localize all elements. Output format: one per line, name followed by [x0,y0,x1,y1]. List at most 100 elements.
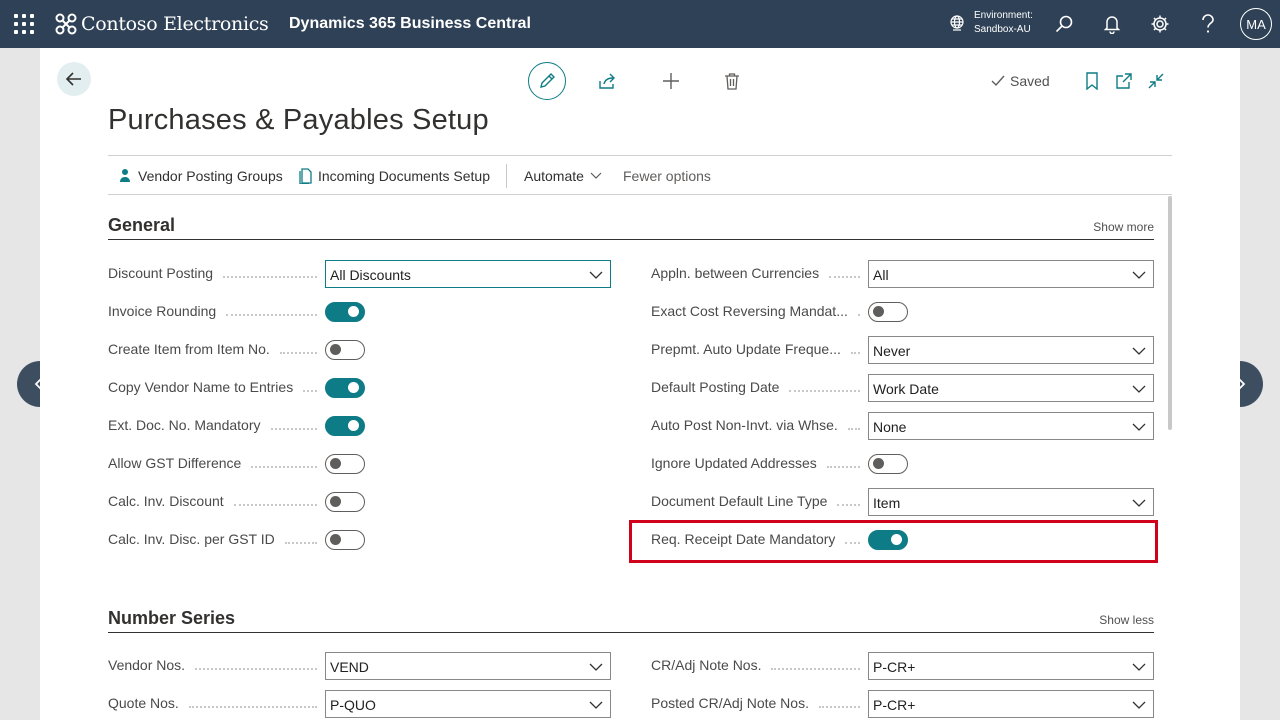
label-leader-dots [848,428,860,430]
ext-doc-no-mandatory-toggle[interactable] [325,416,365,436]
collapse-button[interactable] [1145,70,1167,92]
label-leader-dots [223,276,317,278]
exact-cost-reversing-mandat-toggle[interactable] [868,302,908,322]
quote-nos-select[interactable]: P-QUO [325,690,611,718]
label-leader-dots [303,390,317,392]
cr-adj-note-nos-value: P-CR+ [873,659,916,675]
avatar[interactable]: MA [1240,8,1272,40]
number-series-section-title[interactable]: Number Series [108,608,235,629]
brand-name: Contoso Electronics [81,13,269,35]
app-launcher-icon[interactable] [14,14,34,34]
create-item-from-item-no-toggle[interactable] [325,340,365,360]
appln-between-currencies-label: Appln. between Currencies [651,265,820,281]
chevron-down-icon[interactable] [1132,344,1146,358]
chevron-down-icon[interactable] [1132,698,1146,712]
invoice-rounding-label: Invoice Rounding [108,303,217,319]
edit-button[interactable] [528,62,566,100]
label-leader-dots [234,504,317,506]
gear-icon[interactable] [1148,12,1172,36]
posted-cr-adj-note-nos-value: P-CR+ [873,697,916,713]
page-title: Purchases & Payables Setup [108,104,489,136]
calc-inv-disc-per-gst-id-toggle[interactable] [325,530,365,550]
vendor-posting-groups-action[interactable]: Vendor Posting Groups [118,168,283,184]
open-in-new-window-icon [1116,73,1132,89]
default-posting-date-value: Work Date [873,381,939,397]
new-button[interactable] [660,70,682,92]
back-button[interactable] [57,62,91,96]
top-bar: Contoso Electronics Dynamics 365 Busines… [0,0,1280,48]
ext-doc-no-mandatory-label: Ext. Doc. No. Mandatory [108,417,261,433]
globe-icon [950,15,964,31]
toggle-knob [348,306,359,317]
incoming-documents-setup-label: Incoming Documents Setup [318,168,490,184]
toggle-knob [330,458,341,469]
cr-adj-note-nos-select[interactable]: P-CR+ [868,652,1154,680]
quote-nos-value: P-QUO [330,697,376,713]
ignore-updated-addresses-toggle[interactable] [868,454,908,474]
brand[interactable]: Contoso Electronics [54,10,269,38]
vendor-nos-value: VEND [330,659,369,675]
auto-post-non-invt-via-whse-select[interactable]: None [868,412,1154,440]
label-leader-dots [189,706,317,708]
bookmark-button[interactable] [1081,70,1103,92]
share-button[interactable] [597,70,619,92]
chevron-down-icon[interactable] [589,268,603,282]
vendor-posting-groups-label: Vendor Posting Groups [138,168,283,184]
bell-icon[interactable] [1100,12,1124,36]
bookmark-icon [1086,72,1098,90]
chevron-down-icon[interactable] [589,660,603,674]
cr-adj-note-nos-label: CR/Adj Note Nos. [651,657,762,673]
automate-menu[interactable]: Automate [524,168,602,184]
posted-cr-adj-note-nos-label: Posted CR/Adj Note Nos. [651,695,809,711]
chevron-down-icon[interactable] [1132,382,1146,396]
environment-indicator[interactable]: Environment: Sandbox-AU [948,9,1033,37]
chevron-down-icon[interactable] [1132,420,1146,434]
automate-label: Automate [524,168,584,184]
general-section-title[interactable]: General [108,215,175,236]
fewer-options-button[interactable]: Fewer options [623,168,711,184]
allow-gst-difference-toggle[interactable] [325,454,365,474]
ignore-updated-addresses-label: Ignore Updated Addresses [651,455,817,471]
appln-between-currencies-select[interactable]: All [868,260,1154,288]
help-icon[interactable] [1196,12,1220,36]
product-name[interactable]: Dynamics 365 Business Central [289,15,531,33]
label-leader-dots [226,314,317,316]
chevron-down-icon[interactable] [1132,496,1146,510]
document-default-line-type-select[interactable]: Item [868,488,1154,516]
calc-inv-discount-label: Calc. Inv. Discount [108,493,224,509]
chevron-down-icon[interactable] [1132,268,1146,282]
discount-posting-select[interactable]: All Discounts [325,260,611,288]
document-default-line-type-label: Document Default Line Type [651,493,828,509]
show-less-link[interactable]: Show less [1099,613,1154,627]
label-leader-dots [829,276,860,278]
vendor-nos-select[interactable]: VEND [325,652,611,680]
label-leader-dots [285,542,317,544]
discount-posting-value: All Discounts [330,267,411,283]
search-icon[interactable] [1052,12,1076,36]
calc-inv-discount-toggle[interactable] [325,492,365,512]
discount-posting-label: Discount Posting [108,265,214,281]
open-new-window-button[interactable] [1113,70,1135,92]
checkmark-icon [991,75,1005,87]
share-icon [599,73,615,89]
posted-cr-adj-note-nos-select[interactable]: P-CR+ [868,690,1154,718]
invoice-rounding-toggle[interactable] [325,302,365,322]
person-icon [120,169,130,182]
prepmt-auto-update-freque-select[interactable]: Never [868,336,1154,364]
contoso-logo-icon [55,13,77,35]
default-posting-date-select[interactable]: Work Date [868,374,1154,402]
show-more-link[interactable]: Show more [1093,220,1154,234]
delete-button[interactable] [721,70,743,92]
exact-cost-reversing-mandat-label: Exact Cost Reversing Mandat... [651,303,848,319]
chevron-down-icon[interactable] [589,698,603,712]
plus-icon [663,73,679,89]
scrollbar-thumb[interactable] [1168,196,1172,430]
toggle-knob [330,534,341,545]
incoming-documents-setup-action[interactable]: Incoming Documents Setup [298,168,490,184]
copy-vendor-name-to-entries-toggle[interactable] [325,378,365,398]
saved-status: Saved [990,73,1050,89]
action-bar: Vendor Posting Groups Incoming Documents… [108,155,1172,195]
section-divider [108,239,1154,240]
label-leader-dots [280,352,317,354]
chevron-down-icon[interactable] [1132,660,1146,674]
